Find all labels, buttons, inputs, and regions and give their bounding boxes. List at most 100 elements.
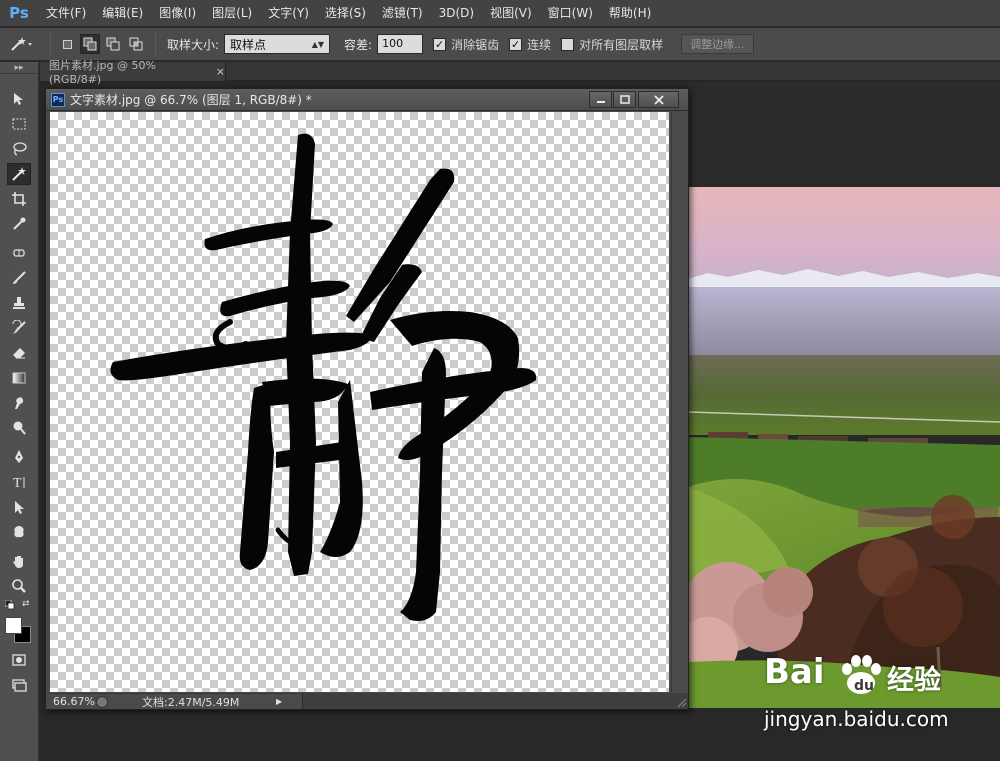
- magic-wand-tool[interactable]: [7, 163, 31, 185]
- lasso-tool[interactable]: [7, 138, 31, 160]
- svg-text:T: T: [13, 476, 22, 490]
- close-icon: [653, 94, 664, 105]
- vertical-scrollbar[interactable]: [671, 112, 688, 692]
- screen-mode-button[interactable]: [7, 674, 31, 696]
- photoshop-logo: Ps: [9, 4, 29, 22]
- intersect-selection-button[interactable]: [126, 34, 146, 54]
- document-tab-label: 图片素材.jpg @ 50%(RGB/8#): [49, 59, 156, 86]
- crop-tool[interactable]: [7, 188, 31, 210]
- type-tool[interactable]: T: [7, 471, 31, 493]
- add-to-selection-button[interactable]: [80, 34, 100, 54]
- document-tab-bar: 图片素材.jpg @ 50%(RGB/8#) ×: [40, 59, 1000, 86]
- lasso-icon: [13, 142, 27, 156]
- document-canvas[interactable]: [50, 112, 669, 692]
- hand-icon: [13, 556, 23, 568]
- close-button[interactable]: [638, 91, 679, 108]
- eyedropper-tool[interactable]: [7, 213, 31, 235]
- contiguous-checkbox[interactable]: ✓ 连续: [509, 36, 551, 53]
- status-menu-arrow-icon[interactable]: ▶: [276, 697, 282, 706]
- maximize-icon: [619, 94, 630, 104]
- zoom-level[interactable]: 66.67%: [46, 695, 96, 708]
- brush-tool[interactable]: [7, 267, 31, 289]
- hand-tool[interactable]: [7, 550, 31, 572]
- magic-wand-icon: [11, 37, 32, 51]
- window-title-bar[interactable]: Ps 文字素材.jpg @ 66.7% (图层 1, RGB/8#) *: [46, 89, 688, 111]
- menu-window[interactable]: 窗口(W): [540, 0, 601, 27]
- marquee-tool[interactable]: [7, 113, 31, 135]
- maximize-button[interactable]: [613, 91, 636, 108]
- healing-brush-tool[interactable]: [7, 242, 31, 264]
- sample-size-label: 取样大小:: [167, 37, 220, 52]
- pen-tool[interactable]: [7, 446, 31, 468]
- menu-view[interactable]: 视图(V): [482, 0, 540, 27]
- watermark-brand-latin: Bai: [764, 652, 825, 692]
- menu-help[interactable]: 帮助(H): [601, 0, 659, 27]
- landscape-photo: [688, 187, 1000, 708]
- subtract-from-selection-button[interactable]: [103, 34, 123, 54]
- path-selection-tool[interactable]: [7, 496, 31, 518]
- panel-collapse-icon[interactable]: ▸▸: [0, 62, 38, 74]
- eraser-icon: [13, 348, 25, 359]
- history-brush-tool[interactable]: [7, 317, 31, 339]
- menu-edit[interactable]: 编辑(E): [94, 0, 151, 27]
- smudge-tool[interactable]: [7, 392, 31, 414]
- eraser-tool[interactable]: [7, 342, 31, 364]
- new-selection-button[interactable]: [57, 34, 77, 54]
- menu-3d[interactable]: 3D(D): [431, 0, 482, 27]
- svg-text:du: du: [854, 678, 874, 694]
- window-title: 文字素材.jpg @ 66.7% (图层 1, RGB/8#) *: [70, 93, 312, 107]
- zoom-tool[interactable]: [7, 575, 31, 597]
- brush-icon: [13, 271, 26, 284]
- close-tab-icon[interactable]: ×: [216, 65, 225, 78]
- tool-preset-picker[interactable]: [0, 28, 44, 61]
- history-brush-icon: [12, 320, 26, 334]
- clone-stamp-tool[interactable]: [7, 292, 31, 314]
- sample-size-select[interactable]: 取样点 ▲▼: [224, 34, 331, 54]
- empty-checkbox-icon: [561, 37, 575, 51]
- minimize-button[interactable]: [589, 91, 612, 108]
- move-tool[interactable]: [7, 88, 31, 110]
- gradient-tool[interactable]: [7, 367, 31, 389]
- gradient-icon: [12, 372, 26, 384]
- horizontal-scrollbar[interactable]: [302, 693, 688, 709]
- status-info-icon[interactable]: [96, 695, 108, 708]
- contiguous-label: 连续: [527, 37, 552, 52]
- refine-edge-button[interactable]: 调整边缘...: [681, 34, 754, 54]
- menu-layer[interactable]: 图层(L): [204, 0, 260, 27]
- move-icon: [14, 93, 23, 105]
- subtract-selection-icon: [106, 37, 120, 51]
- smudge-icon: [15, 397, 24, 409]
- menu-file[interactable]: 文件(F): [38, 0, 94, 27]
- menu-type[interactable]: 文字(Y): [260, 0, 317, 27]
- sample-all-layers-checkbox[interactable]: 对所有图层取样: [561, 36, 663, 53]
- document-tab[interactable]: 图片素材.jpg @ 50%(RGB/8#) ×: [40, 59, 226, 86]
- quick-mask-icon: [12, 654, 26, 666]
- bandage-icon: [13, 249, 25, 257]
- crop-icon: [12, 192, 26, 206]
- workspace-background: [688, 82, 1000, 187]
- menu-select[interactable]: 选择(S): [317, 0, 374, 27]
- dodge-icon: [13, 421, 26, 435]
- menu-image[interactable]: 图像(I): [151, 0, 204, 27]
- resize-grip-icon[interactable]: [674, 695, 688, 709]
- foreground-color-swatch[interactable]: [5, 617, 22, 634]
- paw-icon: du: [842, 655, 881, 694]
- dodge-tool[interactable]: [7, 417, 31, 439]
- floating-document-window[interactable]: Ps 文字素材.jpg @ 66.7% (图层 1, RGB/8#) * 66.…: [45, 88, 689, 710]
- updown-arrows-icon: ▲▼: [311, 39, 325, 49]
- default-colors-icon[interactable]: [4, 599, 15, 610]
- tolerance-input[interactable]: 100: [377, 34, 424, 54]
- anti-alias-checkbox[interactable]: ✓ 消除锯齿: [433, 36, 499, 53]
- magic-wand-icon: [12, 167, 26, 181]
- quick-mask-button[interactable]: [7, 649, 31, 671]
- menu-filter[interactable]: 滤镜(T): [374, 0, 431, 27]
- swap-colors-icon[interactable]: ⇄: [22, 599, 32, 609]
- checkmark-icon: ✓: [509, 37, 523, 51]
- eyedropper-icon: [13, 217, 26, 230]
- checkmark-icon: ✓: [433, 37, 447, 51]
- document-size: 文档:2.47M/5.49M: [142, 695, 240, 709]
- calligraphy-artwork: [110, 133, 537, 621]
- custom-shape-tool[interactable]: [7, 521, 31, 543]
- path-select-icon: [15, 501, 24, 514]
- zoom-icon: [12, 579, 26, 593]
